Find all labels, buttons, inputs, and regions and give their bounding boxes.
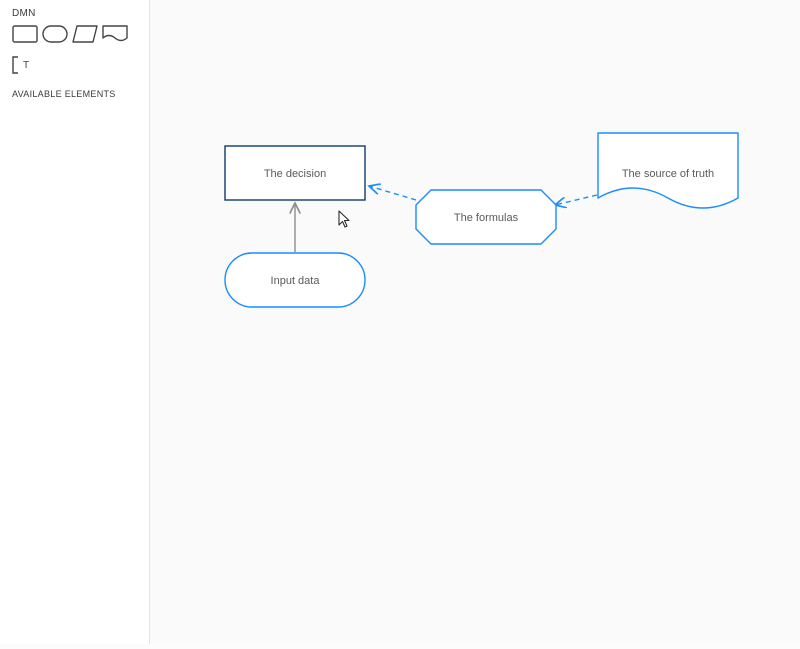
node-decision[interactable]: The decision	[225, 146, 365, 200]
node-input-data[interactable]: Input data	[225, 253, 365, 307]
palette-input-data-icon[interactable]	[42, 25, 68, 48]
edge-source-to-formulas[interactable]	[555, 195, 597, 205]
edge-formulas-to-decision[interactable]	[369, 186, 416, 200]
node-source-of-truth[interactable]: The source of truth	[598, 133, 738, 208]
node-source-of-truth-label: The source of truth	[622, 168, 714, 180]
dmn-section-label: DMN	[12, 8, 137, 19]
palette-text-annotation-icon[interactable]: T	[12, 56, 38, 79]
available-elements-label: AVAILABLE ELEMENTS	[12, 89, 137, 99]
node-input-data-label: Input data	[271, 275, 321, 287]
svg-text:T: T	[23, 60, 29, 71]
palette-decision-icon[interactable]	[12, 25, 38, 48]
palette-row-annotation: T	[12, 56, 137, 79]
sidebar-palette: DMN T AVAILABLE ELEMENTS	[0, 0, 150, 644]
node-decision-label: The decision	[264, 168, 326, 180]
palette-bkm-icon[interactable]	[72, 25, 98, 48]
palette-row-shapes	[12, 25, 137, 48]
node-formulas[interactable]: The formulas	[416, 190, 556, 244]
diagram-canvas[interactable]: The decision Input data The formulas The…	[150, 0, 800, 644]
diagram-svg: The decision Input data The formulas The…	[150, 0, 800, 644]
node-formulas-label: The formulas	[454, 212, 519, 224]
palette-knowledge-source-icon[interactable]	[102, 25, 128, 48]
